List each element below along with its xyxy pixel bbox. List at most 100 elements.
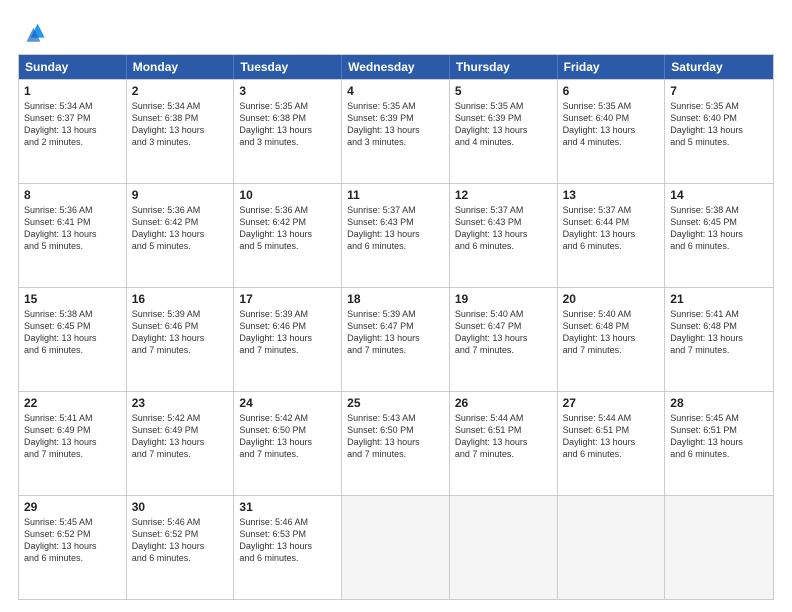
day-info-21: Sunrise: 5:41 AMSunset: 6:48 PMDaylight:… [670,308,768,357]
day-number-17: 17 [239,292,336,306]
cal-cell-empty-4-4 [450,496,558,599]
day-info-17: Sunrise: 5:39 AMSunset: 6:46 PMDaylight:… [239,308,336,357]
cal-cell-empty-4-6 [665,496,773,599]
day-info-29: Sunrise: 5:45 AMSunset: 6:52 PMDaylight:… [24,516,121,565]
day-number-23: 23 [132,396,229,410]
header-day-thursday: Thursday [450,55,558,79]
day-info-12: Sunrise: 5:37 AMSunset: 6:43 PMDaylight:… [455,204,552,253]
cal-cell-14: 14 Sunrise: 5:38 AMSunset: 6:45 PMDayligh… [665,184,773,287]
day-number-22: 22 [24,396,121,410]
day-info-31: Sunrise: 5:46 AMSunset: 6:53 PMDaylight:… [239,516,336,565]
cal-cell-empty-4-3 [342,496,450,599]
cal-cell-5: 5Sunrise: 5:35 AMSunset: 6:39 PMDaylight… [450,80,558,183]
calendar-week-3: 22 Sunrise: 5:41 AMSunset: 6:49 PMDayligh… [19,391,773,495]
day-number-3: 3 [239,84,336,98]
cal-cell-empty-4-5 [558,496,666,599]
day-number-27: 27 [563,396,660,410]
cal-cell-2: 2 Sunrise: 5:34 AMSunset: 6:38 PMDaylight… [127,80,235,183]
header-day-wednesday: Wednesday [342,55,450,79]
cal-cell-4: 4 Sunrise: 5:35 AMSunset: 6:39 PMDaylight… [342,80,450,183]
day-number-28: 28 [670,396,768,410]
day-info-4: Sunrise: 5:35 AMSunset: 6:39 PMDaylight:… [347,100,444,149]
day-info-3: Sunrise: 5:35 AMSunset: 6:38 PMDaylight:… [239,100,336,149]
cal-cell-31: 31 Sunrise: 5:46 AMSunset: 6:53 PMDayligh… [234,496,342,599]
calendar-header-row: SundayMondayTuesdayWednesdayThursdayFrid… [19,55,773,79]
day-info-26: Sunrise: 5:44 AMSunset: 6:51 PMDaylight:… [455,412,552,461]
day-number-1: 1 [24,84,121,98]
cal-cell-20: 20 Sunrise: 5:40 AMSunset: 6:48 PMDayligh… [558,288,666,391]
cal-cell-19: 19 Sunrise: 5:40 AMSunset: 6:47 PMDayligh… [450,288,558,391]
day-info-25: Sunrise: 5:43 AMSunset: 6:50 PMDaylight:… [347,412,444,461]
header-day-friday: Friday [558,55,666,79]
day-info-28: Sunrise: 5:45 AMSunset: 6:51 PMDaylight:… [670,412,768,461]
day-info-24: Sunrise: 5:42 AMSunset: 6:50 PMDaylight:… [239,412,336,461]
logo [18,18,50,46]
cal-cell-22: 22 Sunrise: 5:41 AMSunset: 6:49 PMDayligh… [19,392,127,495]
cal-cell-23: 23 Sunrise: 5:42 AMSunset: 6:49 PMDayligh… [127,392,235,495]
day-number-16: 16 [132,292,229,306]
day-info-23: Sunrise: 5:42 AMSunset: 6:49 PMDaylight:… [132,412,229,461]
day-number-6: 6 [563,84,660,98]
cal-cell-27: 27 Sunrise: 5:44 AMSunset: 6:51 PMDayligh… [558,392,666,495]
day-number-30: 30 [132,500,229,514]
cal-cell-18: 18Sunrise: 5:39 AMSunset: 6:47 PMDayligh… [342,288,450,391]
cal-cell-26: 26 Sunrise: 5:44 AMSunset: 6:51 PMDayligh… [450,392,558,495]
day-number-11: 11 [347,188,444,202]
logo-icon [18,18,46,46]
day-info-9: Sunrise: 5:36 AMSunset: 6:42 PMDaylight:… [132,204,229,253]
day-info-2: Sunrise: 5:34 AMSunset: 6:38 PMDaylight:… [132,100,229,149]
page: SundayMondayTuesdayWednesdayThursdayFrid… [0,0,792,612]
calendar-week-0: 1 Sunrise: 5:34 AMSunset: 6:37 PMDaylight… [19,79,773,183]
day-info-11: Sunrise: 5:37 AMSunset: 6:43 PMDaylight:… [347,204,444,253]
day-number-14: 14 [670,188,768,202]
cal-cell-9: 9 Sunrise: 5:36 AMSunset: 6:42 PMDaylight… [127,184,235,287]
day-number-4: 4 [347,84,444,98]
day-number-18: 18 [347,292,444,306]
day-info-22: Sunrise: 5:41 AMSunset: 6:49 PMDaylight:… [24,412,121,461]
day-info-8: Sunrise: 5:36 AMSunset: 6:41 PMDaylight:… [24,204,121,253]
day-info-15: Sunrise: 5:38 AMSunset: 6:45 PMDaylight:… [24,308,121,357]
cal-cell-29: 29 Sunrise: 5:45 AMSunset: 6:52 PMDayligh… [19,496,127,599]
day-number-12: 12 [455,188,552,202]
day-number-10: 10 [239,188,336,202]
day-number-2: 2 [132,84,229,98]
cal-cell-17: 17 Sunrise: 5:39 AMSunset: 6:46 PMDayligh… [234,288,342,391]
cal-cell-8: 8Sunrise: 5:36 AMSunset: 6:41 PMDaylight… [19,184,127,287]
day-info-1: Sunrise: 5:34 AMSunset: 6:37 PMDaylight:… [24,100,121,149]
calendar-week-2: 15Sunrise: 5:38 AMSunset: 6:45 PMDayligh… [19,287,773,391]
day-number-25: 25 [347,396,444,410]
cal-cell-16: 16 Sunrise: 5:39 AMSunset: 6:46 PMDayligh… [127,288,235,391]
day-info-14: Sunrise: 5:38 AMSunset: 6:45 PMDaylight:… [670,204,768,253]
cal-cell-28: 28 Sunrise: 5:45 AMSunset: 6:51 PMDayligh… [665,392,773,495]
day-info-20: Sunrise: 5:40 AMSunset: 6:48 PMDaylight:… [563,308,660,357]
day-info-10: Sunrise: 5:36 AMSunset: 6:42 PMDaylight:… [239,204,336,253]
cal-cell-25: 25 Sunrise: 5:43 AMSunset: 6:50 PMDayligh… [342,392,450,495]
day-info-5: Sunrise: 5:35 AMSunset: 6:39 PMDaylight:… [455,100,552,149]
day-number-29: 29 [24,500,121,514]
day-number-31: 31 [239,500,336,514]
day-info-27: Sunrise: 5:44 AMSunset: 6:51 PMDaylight:… [563,412,660,461]
calendar-week-4: 29 Sunrise: 5:45 AMSunset: 6:52 PMDayligh… [19,495,773,599]
day-number-24: 24 [239,396,336,410]
day-number-7: 7 [670,84,768,98]
calendar-week-1: 8Sunrise: 5:36 AMSunset: 6:41 PMDaylight… [19,183,773,287]
day-info-6: Sunrise: 5:35 AMSunset: 6:40 PMDaylight:… [563,100,660,149]
cal-cell-15: 15Sunrise: 5:38 AMSunset: 6:45 PMDayligh… [19,288,127,391]
cal-cell-21: 21 Sunrise: 5:41 AMSunset: 6:48 PMDayligh… [665,288,773,391]
day-number-20: 20 [563,292,660,306]
day-info-16: Sunrise: 5:39 AMSunset: 6:46 PMDaylight:… [132,308,229,357]
day-info-13: Sunrise: 5:37 AMSunset: 6:44 PMDaylight:… [563,204,660,253]
cal-cell-6: 6 Sunrise: 5:35 AMSunset: 6:40 PMDaylight… [558,80,666,183]
day-number-21: 21 [670,292,768,306]
header-day-saturday: Saturday [665,55,773,79]
day-number-26: 26 [455,396,552,410]
cal-cell-13: 13Sunrise: 5:37 AMSunset: 6:44 PMDayligh… [558,184,666,287]
cal-cell-24: 24 Sunrise: 5:42 AMSunset: 6:50 PMDayligh… [234,392,342,495]
cal-cell-10: 10 Sunrise: 5:36 AMSunset: 6:42 PMDayligh… [234,184,342,287]
day-info-19: Sunrise: 5:40 AMSunset: 6:47 PMDaylight:… [455,308,552,357]
calendar: SundayMondayTuesdayWednesdayThursdayFrid… [18,54,774,600]
day-number-9: 9 [132,188,229,202]
header-day-monday: Monday [127,55,235,79]
day-number-19: 19 [455,292,552,306]
cal-cell-1: 1 Sunrise: 5:34 AMSunset: 6:37 PMDaylight… [19,80,127,183]
